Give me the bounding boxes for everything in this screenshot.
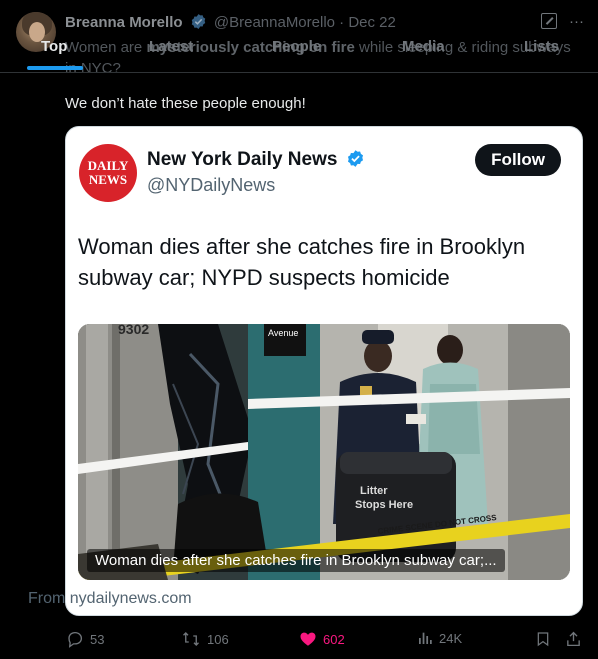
reply-button[interactable]: 53 xyxy=(66,630,104,648)
heart-icon xyxy=(300,632,316,646)
news-photo[interactable]: 9302 Avenue Litter Stops Here CRIME SCEN… xyxy=(78,324,570,580)
quoted-author-handle[interactable]: @NYDailyNews xyxy=(147,175,275,196)
repost-count: 106 xyxy=(207,631,229,647)
link-source[interactable]: From nydailynews.com xyxy=(28,590,192,608)
author-name[interactable]: Breanna Morello xyxy=(65,14,183,31)
bookmark-icon xyxy=(537,632,549,647)
quoted-tweet-card[interactable]: DAILY NEWS New York Daily News @NYDailyN… xyxy=(65,126,583,616)
tab-people[interactable]: People xyxy=(272,38,321,55)
car-number-text: 9302 xyxy=(118,324,149,337)
tab-lists[interactable]: Lists xyxy=(524,38,559,55)
litter-sign-line1: Litter xyxy=(360,485,388,497)
tweet-actions: 53 106 602 24K xyxy=(0,626,598,652)
reply-icon xyxy=(68,631,83,648)
quoted-author-name[interactable]: New York Daily News xyxy=(147,149,368,171)
active-tab-indicator xyxy=(27,66,83,70)
daily-news-logo[interactable]: DAILY NEWS xyxy=(79,144,137,202)
divider xyxy=(0,72,598,73)
repost-icon xyxy=(183,632,199,646)
tab-top[interactable]: Top xyxy=(41,38,67,55)
subway-scene-image: 9302 Avenue Litter Stops Here CRIME SCEN… xyxy=(78,324,570,580)
share-icon xyxy=(567,631,580,647)
views-button[interactable]: 24K xyxy=(417,630,462,646)
bookmark-button[interactable] xyxy=(535,630,551,648)
tab-media[interactable]: Media xyxy=(402,38,445,55)
share-button[interactable] xyxy=(565,630,582,648)
tweet-text: We don’t hate these people enough! xyxy=(65,95,306,112)
quoted-headline: Woman dies after she catches fire in Bro… xyxy=(78,234,526,290)
view-count: 24K xyxy=(439,630,463,646)
tweet[interactable]: Breanna Morello @BreannaMorello · Dec 22… xyxy=(0,0,598,659)
like-button[interactable]: 602 xyxy=(299,630,345,648)
tweet-header: Breanna Morello @BreannaMorello · Dec 22 xyxy=(65,13,396,31)
tweet-date[interactable]: · Dec 22 xyxy=(339,14,396,31)
photo-caption: Woman dies after she catches fire in Bro… xyxy=(87,549,505,572)
views-icon xyxy=(419,632,432,644)
verified-badge-icon xyxy=(191,14,205,29)
header-actions: ··· xyxy=(541,13,584,30)
reply-count: 53 xyxy=(90,631,105,647)
more-icon[interactable]: ··· xyxy=(569,13,584,30)
follow-button[interactable]: Follow xyxy=(475,144,561,176)
author-handle[interactable]: @BreannaMorello xyxy=(214,14,335,31)
repost-button[interactable]: 106 xyxy=(181,630,229,648)
grok-icon[interactable] xyxy=(541,13,557,29)
tab-latest[interactable]: Latest xyxy=(149,38,193,55)
station-sign-text: Avenue xyxy=(268,328,298,338)
search-tabs: Top Latest People Media Lists xyxy=(0,36,598,70)
verified-badge-icon xyxy=(347,150,363,167)
like-count: 602 xyxy=(323,631,345,647)
litter-sign-line2: Stops Here xyxy=(355,499,413,511)
